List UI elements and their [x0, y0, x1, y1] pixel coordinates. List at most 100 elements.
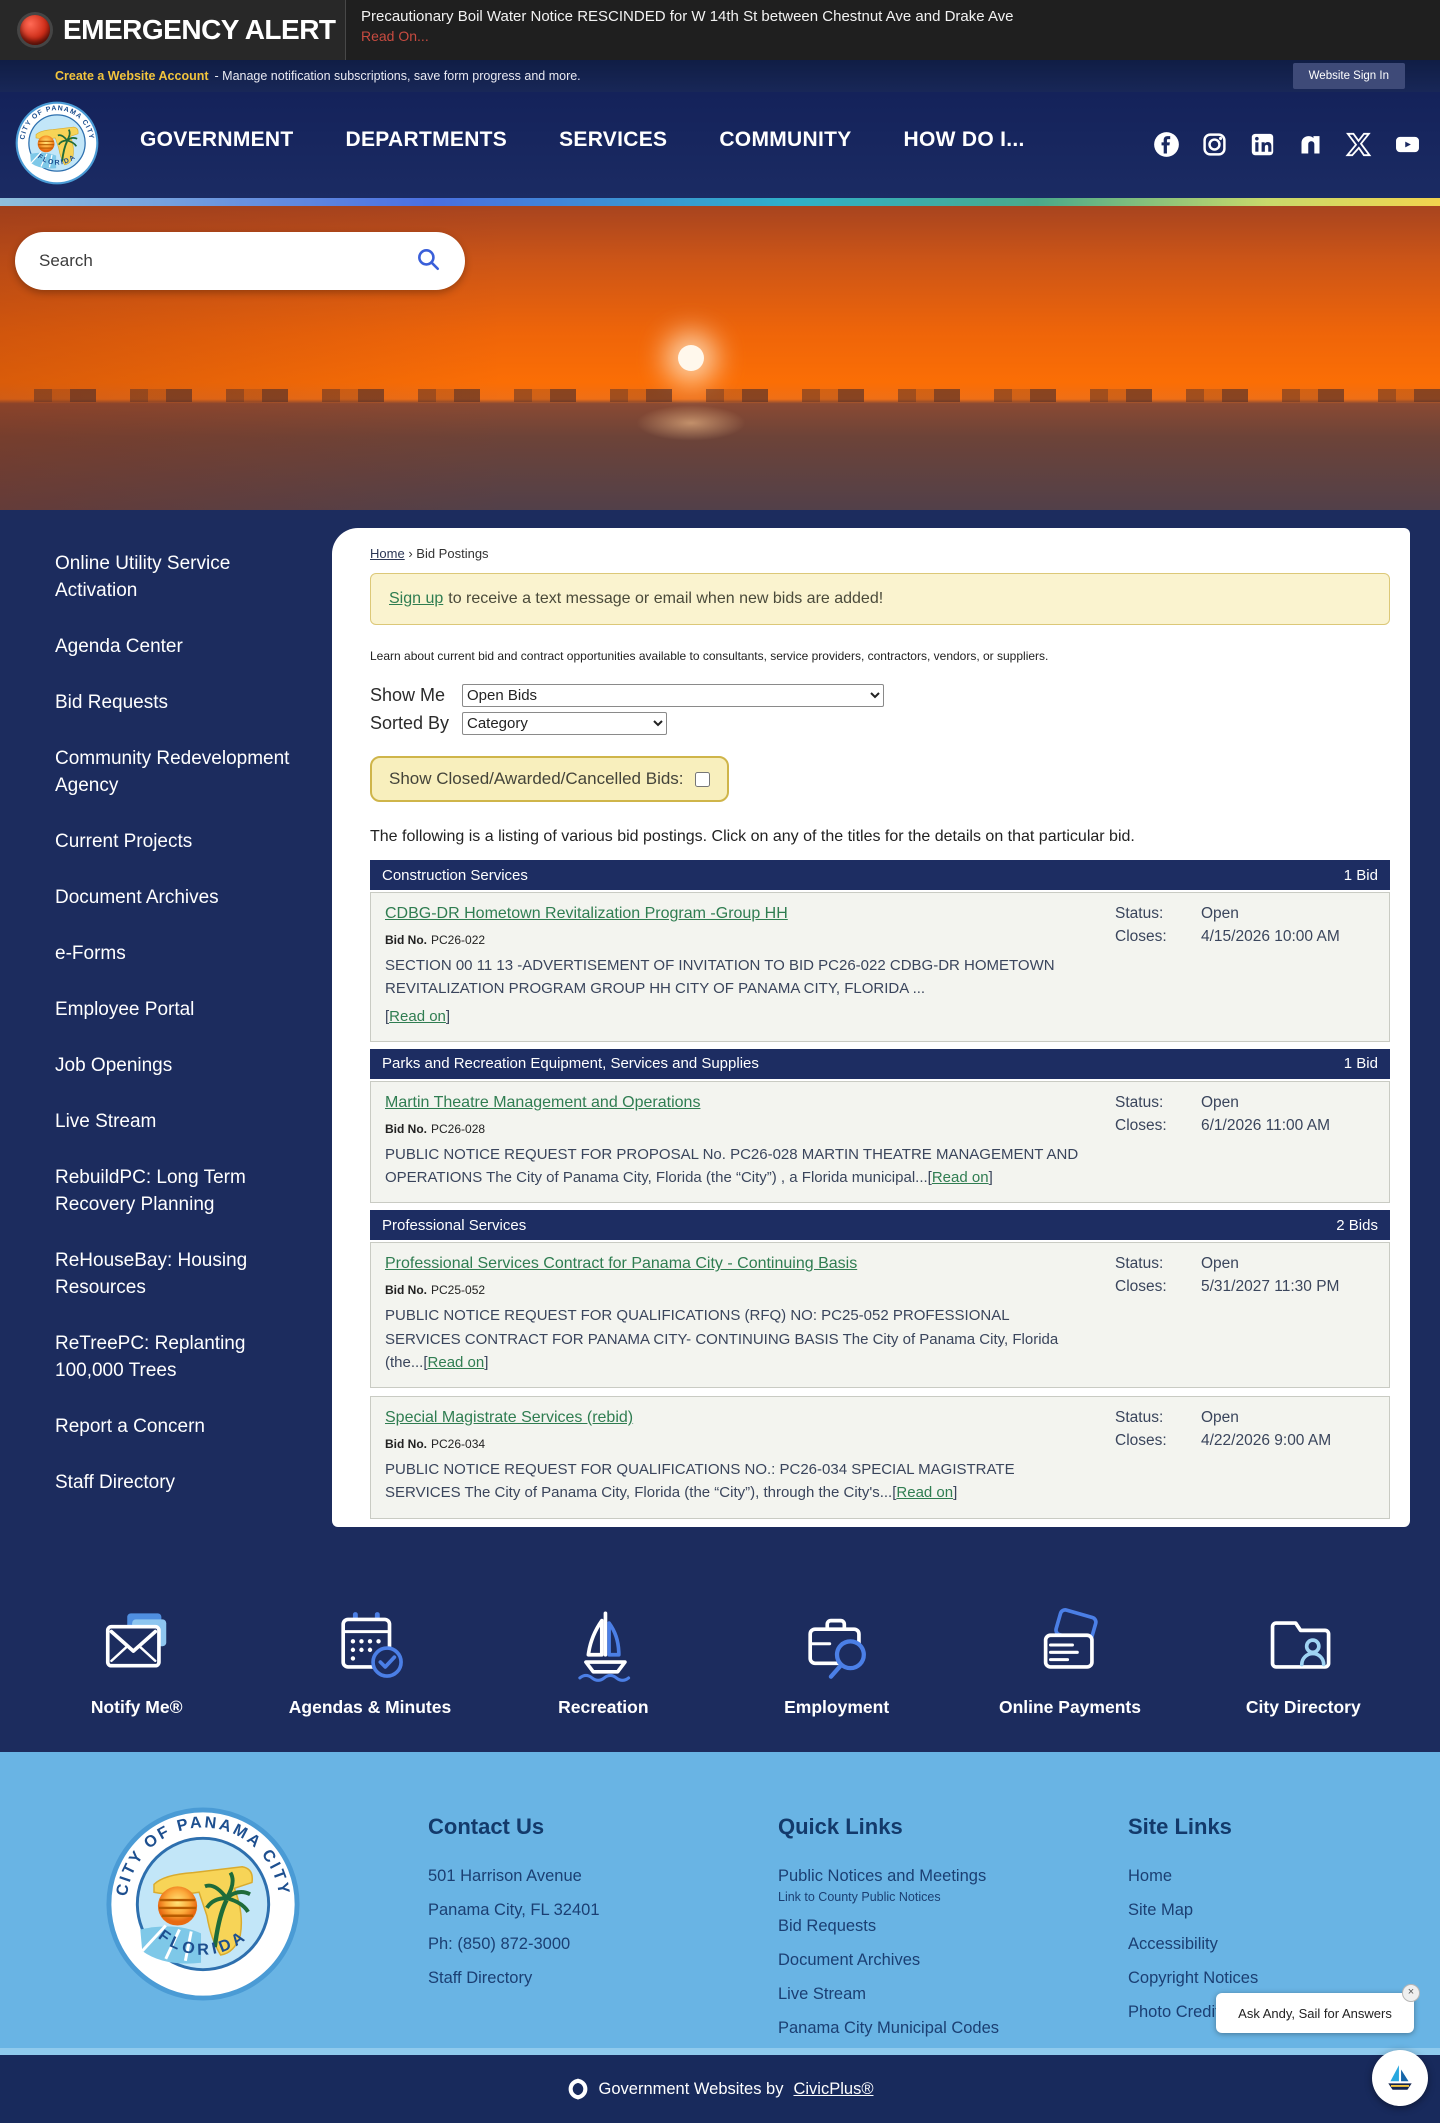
chat-tooltip-close-icon[interactable]: ×	[1402, 1984, 1420, 2002]
category-bid-count: 1 Bid	[1343, 1055, 1378, 1073]
listing-intro-text: The following is a listing of various bi…	[370, 828, 1135, 845]
emergency-alert-label-section: EMERGENCY ALERT	[0, 0, 346, 60]
quick-link-recreation[interactable]: Recreation	[487, 1606, 720, 1718]
sidebar-item-current-projects[interactable]: Current Projects	[55, 828, 308, 855]
hero-sunset-image	[0, 206, 1440, 510]
quick-link-employment[interactable]: Employment	[720, 1606, 953, 1718]
closes-value: 4/15/2026 10:00 AM	[1201, 928, 1340, 945]
footer-municipal-codes-link[interactable]: Panama City Municipal Codes	[778, 2019, 999, 2038]
show-closed-bids-checkbox[interactable]	[694, 771, 710, 787]
search-input[interactable]	[39, 251, 415, 271]
sorted-by-select[interactable]: Category	[462, 712, 667, 735]
sidebar-item-agenda-center[interactable]: Agenda Center	[55, 633, 308, 660]
show-me-label: Show Me	[370, 685, 446, 705]
category-name: Parks and Recreation Equipment, Services…	[382, 1055, 759, 1073]
sidebar-item-community-redevelopment[interactable]: Community Redevelopment Agency	[55, 745, 308, 799]
sidebar-item-report-a-concern[interactable]: Report a Concern	[55, 1413, 308, 1440]
nav-departments[interactable]: DEPARTMENTS	[346, 128, 508, 152]
sidebar-item-bid-requests[interactable]: Bid Requests	[55, 689, 308, 716]
city-logo[interactable]	[15, 100, 99, 191]
civicplus-logo-icon	[568, 2078, 587, 2100]
footer-city-logo	[105, 1806, 301, 2007]
sun-reflection	[636, 405, 746, 441]
sign-up-link[interactable]: Sign up	[389, 590, 443, 608]
footer-staff-directory-link[interactable]: Staff Directory	[428, 1969, 600, 1988]
bid-postings-panel: Home › Bid Postings Sign up to receive a…	[332, 528, 1410, 1527]
footer-public-notices-link[interactable]: Public Notices and Meetings	[778, 1867, 999, 1886]
nextdoor-icon[interactable]	[1297, 131, 1324, 158]
nav-government[interactable]: GOVERNMENT	[140, 128, 294, 152]
read-on-link[interactable]: Read on	[428, 1354, 485, 1371]
footer-contact-us: Contact Us 501 Harrison Avenue Panama Ci…	[428, 1814, 600, 2003]
contact-address-line1: 501 Harrison Avenue	[428, 1867, 582, 1885]
read-on-link[interactable]: Read on	[389, 1008, 446, 1025]
quick-link-online-payments[interactable]: Online Payments	[953, 1606, 1186, 1718]
rainbow-divider	[0, 198, 1440, 206]
quick-link-notify-me[interactable]: Notify Me®	[20, 1606, 253, 1718]
search-icon[interactable]	[415, 246, 441, 277]
x-twitter-icon[interactable]	[1345, 131, 1372, 158]
instagram-icon[interactable]	[1201, 131, 1228, 158]
breadcrumb-home-link[interactable]: Home	[370, 546, 405, 561]
chat-button[interactable]	[1372, 2050, 1428, 2106]
nav-how-do-i[interactable]: HOW DO I...	[904, 128, 1025, 152]
sidebar-item-rehousebay[interactable]: ReHouseBay: Housing Resources	[55, 1247, 308, 1301]
sidebar-item-rebuildpc[interactable]: RebuildPC: Long Term Recovery Planning	[55, 1164, 308, 1218]
footer-site-map-link[interactable]: Site Map	[1128, 1901, 1258, 1920]
sorted-by-label: Sorted By	[370, 713, 450, 733]
linkedin-icon[interactable]	[1249, 131, 1276, 158]
youtube-icon[interactable]	[1393, 131, 1422, 158]
sidebar-item-document-archives[interactable]: Document Archives	[55, 884, 308, 911]
sidebar-item-live-stream[interactable]: Live Stream	[55, 1108, 308, 1135]
footer-heading: Quick Links	[778, 1814, 903, 1839]
bid-category-parks: Parks and Recreation Equipment, Services…	[370, 1048, 1390, 1204]
status-label: Status:	[1115, 1093, 1164, 1111]
folder-person-icon	[1271, 1621, 1331, 1669]
footer-home-link[interactable]: Home	[1128, 1867, 1258, 1886]
site-header: GOVERNMENT DEPARTMENTS SERVICES COMMUNIT…	[0, 92, 1440, 198]
sidebar-item-employee-portal[interactable]: Employee Portal	[55, 996, 308, 1023]
sidebar-item-staff-directory[interactable]: Staff Directory	[55, 1469, 308, 1496]
nav-services[interactable]: SERVICES	[559, 128, 667, 152]
closes-label: Closes:	[1115, 1278, 1167, 1296]
breadcrumb: Home › Bid Postings	[370, 546, 1390, 561]
category-bid-count: 1 Bid	[1343, 866, 1378, 884]
read-on-link[interactable]: Read on	[896, 1484, 953, 1501]
bid-title-link[interactable]: Professional Services Contract for Panam…	[385, 1255, 857, 1272]
show-me-select[interactable]: Open Bids	[462, 684, 884, 707]
sidebar-item-eforms[interactable]: e-Forms	[55, 940, 308, 967]
bid-no-label: Bid No.	[385, 1121, 427, 1136]
bid-title-link[interactable]: CDBG-DR Hometown Revitalization Program …	[385, 905, 788, 922]
bid-description: PUBLIC NOTICE REQUEST FOR QUALIFICATIONS…	[385, 1307, 1059, 1371]
footer-accessibility-link[interactable]: Accessibility	[1128, 1935, 1258, 1954]
show-closed-bids-box: Show Closed/Awarded/Cancelled Bids:	[370, 756, 729, 802]
civicplus-link[interactable]: CivicPlus®	[793, 2080, 873, 2099]
read-on-link[interactable]: Read On...	[361, 28, 429, 44]
bid-title-link[interactable]: Special Magistrate Services (rebid)	[385, 1409, 633, 1426]
nav-community[interactable]: COMMUNITY	[719, 128, 851, 152]
bid-no-value: PC26-034	[431, 1437, 486, 1451]
footer-document-archives-link[interactable]: Document Archives	[778, 1951, 999, 1970]
quick-link-agendas-minutes[interactable]: Agendas & Minutes	[253, 1606, 486, 1718]
footer-bid-requests-link[interactable]: Bid Requests	[778, 1917, 999, 1936]
sidebar-item-job-openings[interactable]: Job Openings	[55, 1052, 308, 1079]
bid-title-link[interactable]: Martin Theatre Management and Operations	[385, 1094, 700, 1111]
read-on-link[interactable]: Read on	[932, 1169, 989, 1186]
quick-link-city-directory[interactable]: City Directory	[1187, 1606, 1420, 1718]
quick-link-label: Employment	[784, 1697, 890, 1717]
sidebar-item-retreepc[interactable]: ReTreePC: Replanting 100,000 Trees	[55, 1330, 308, 1384]
quick-link-label: Recreation	[558, 1697, 649, 1717]
create-account-link[interactable]: Create a Website Account	[55, 69, 209, 83]
contact-address-line2: Panama City, FL 32401	[428, 1901, 600, 1919]
sidebar-item-online-utility[interactable]: Online Utility Service Activation	[55, 550, 308, 604]
signup-banner: Sign up to receive a text message or ema…	[370, 573, 1390, 625]
website-sign-in-button[interactable]: Website Sign In	[1292, 63, 1405, 89]
chat-tooltip: Ask Andy, Sail for Answers ×	[1216, 1984, 1420, 2033]
bid-no-label: Bid No.	[385, 933, 427, 947]
main-navigation: GOVERNMENT DEPARTMENTS SERVICES COMMUNIT…	[140, 128, 1025, 152]
footer-live-stream-link[interactable]: Live Stream	[778, 1985, 999, 2004]
bid-category-professional: Professional Services 2 Bids Professiona…	[370, 1210, 1390, 1519]
facebook-icon[interactable]	[1153, 131, 1180, 158]
account-bar-text: - Manage notification subscriptions, sav…	[214, 69, 581, 83]
footer-copyright-notices-link[interactable]: Copyright Notices	[1128, 1969, 1258, 1988]
